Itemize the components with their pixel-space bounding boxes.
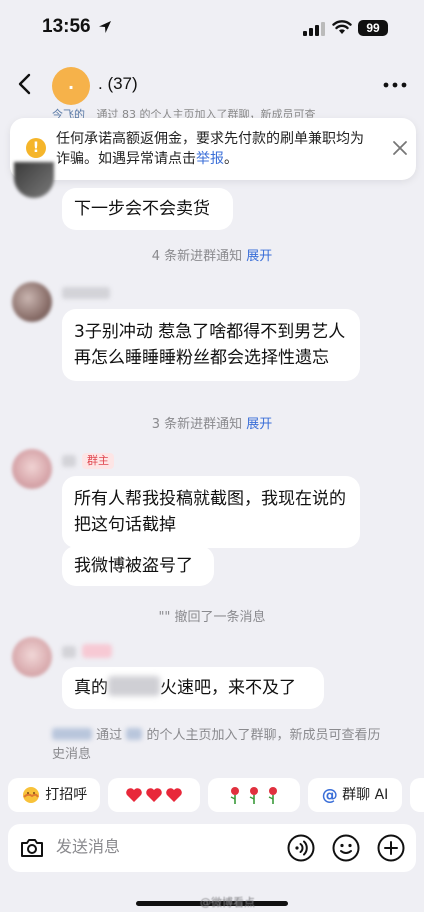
group-avatar[interactable]: . [52,67,90,105]
message-input-bar [8,824,416,872]
warning-text: 任何承诺高额返佣金，要求先付款的刷单兼职均为诈骗。如遇异常请点击举报。 [56,129,372,169]
join-system-notice: 通过 的个人主页加入了群聊，新成员可查看历史消息 [52,726,382,764]
join-notice-text: 3 条新进群通知 [151,417,243,432]
status-time: 13:56 [42,16,91,37]
sender-name [62,287,110,299]
quick-more-button[interactable] [410,778,424,812]
avatar[interactable] [12,449,52,489]
avatar[interactable] [12,282,52,322]
member-name [52,728,92,740]
message-text-end: 火速吧，来不及了 [160,678,296,698]
location-arrow-icon [99,21,111,33]
member-badge [82,644,112,658]
back-chevron-icon[interactable] [14,72,38,96]
sender-name [62,646,76,658]
message-bubble[interactable]: 3子别冲动 惹急了啥都得不到男艺人再怎么睡睡睡粉丝都会选择性遗忘 [62,309,360,381]
message-text-start: 真的 [74,678,108,698]
message-bubble[interactable]: 真的 火速吧，来不及了 [62,667,324,709]
battery-indicator: 99 [358,20,388,36]
join-notice-text: 4 条新进群通知 [151,249,243,264]
expand-link[interactable]: 展开 [246,249,272,264]
quick-hearts-button[interactable] [108,778,200,812]
watermark: @微博看点 [200,896,255,909]
report-link[interactable]: 举报 [196,151,224,167]
warning-suffix: 。 [224,151,238,167]
expand-link[interactable]: 展开 [246,417,272,432]
avatar[interactable] [12,637,52,677]
message-bubble[interactable]: 我微博被盗号了 [62,546,214,586]
censored-text [108,676,160,696]
owner-badge: 群主 [82,453,114,469]
cellular-signal-icon [303,22,325,36]
quick-roses-button[interactable] [208,778,300,812]
avatar[interactable] [14,162,54,198]
quick-group-ai-button[interactable]: @ 群聊 AI [308,778,402,812]
message-input[interactable] [56,837,276,856]
more-options-icon[interactable] [383,82,407,88]
hearts-emoji-icon [126,788,182,802]
roses-emoji-icon [230,787,277,804]
recall-notice: "" 撤回了一条消息 [158,610,266,625]
quick-greet-button[interactable]: 打招呼 [8,778,100,812]
referrer-name [126,728,143,740]
chat-screen: 13:56 99 . . (37) 今飞的 通过 83 的个人主页加入了群聊，新… [0,0,424,912]
camera-icon[interactable] [18,834,46,862]
group-ai-label: 群聊 AI [342,787,389,803]
wifi-icon [332,20,352,34]
nav-bar: . . (37) [0,60,424,110]
join-notice-collapsed: 4 条新进群通知 展开 [0,245,424,264]
message-bubble[interactable]: 所有人帮我投稿就截图，我现在说的把这句话截掉 [62,476,360,548]
at-icon: @ [321,785,338,804]
warning-icon: ! [26,138,46,158]
voice-icon[interactable] [286,833,316,863]
join-text-part1: 通过 [96,728,123,743]
sender-name [62,455,76,467]
group-title[interactable]: . (37) [98,74,138,94]
close-icon[interactable] [392,140,408,156]
plus-icon[interactable] [376,833,406,863]
message-bubble[interactable]: 下一步会不会卖货 [62,188,233,230]
wave-emoji-icon [22,787,39,803]
emoji-icon[interactable] [331,833,361,863]
status-bar: 13:56 99 [0,0,424,56]
quick-greet-label: 打招呼 [45,787,88,803]
join-notice-collapsed: 3 条新进群通知 展开 [0,413,424,432]
anti-fraud-warning-banner: ! 任何承诺高额返佣金，要求先付款的刷单兼职均为诈骗。如遇异常请点击举报。 [10,118,416,180]
